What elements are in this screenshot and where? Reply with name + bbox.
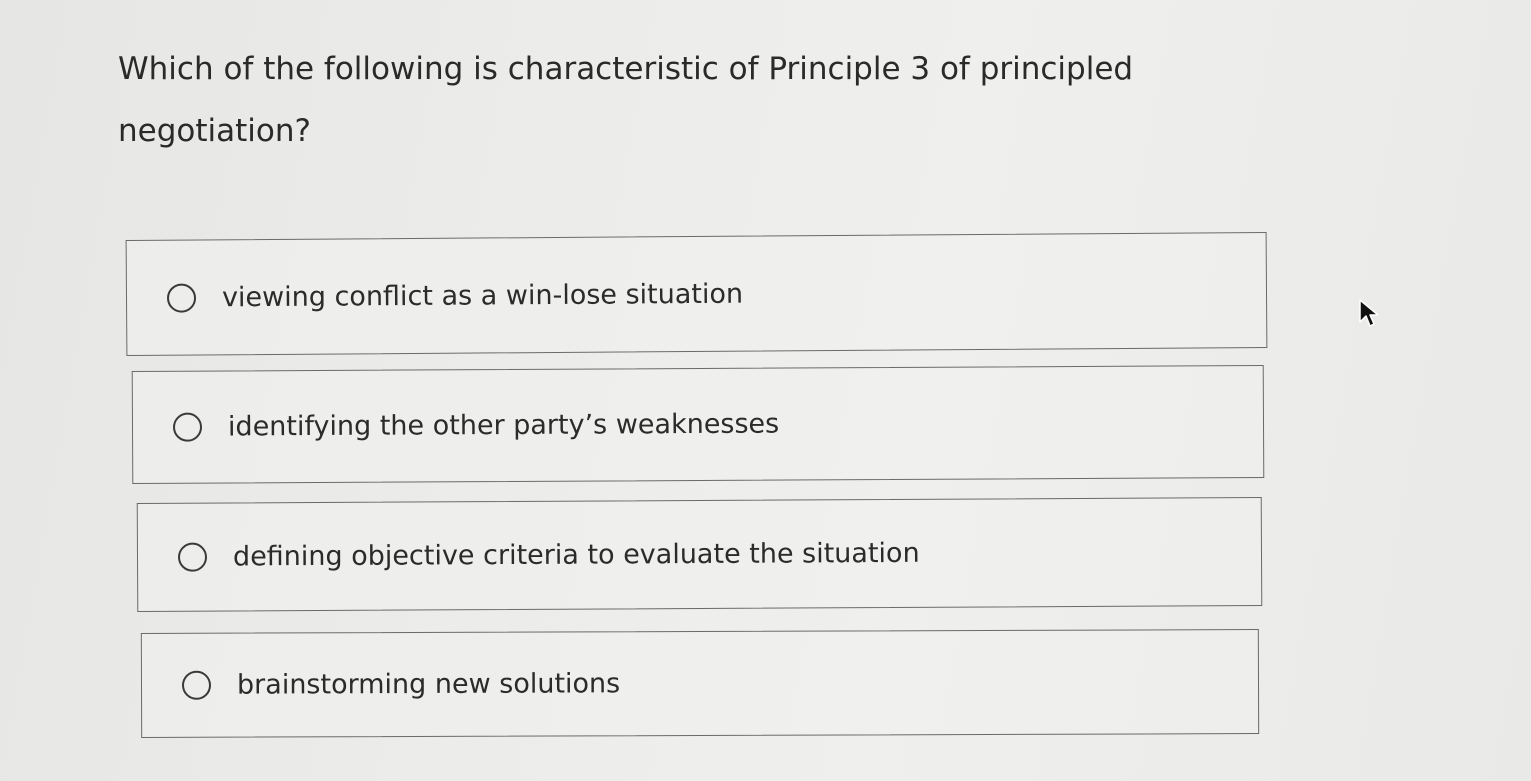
answer-option-1[interactable]: viewing conflict as a win-lose situation — [125, 232, 1268, 356]
radio-button-icon[interactable] — [172, 412, 203, 442]
mouse-pointer-icon — [1359, 299, 1379, 327]
radio-button-icon[interactable] — [166, 282, 197, 313]
answer-option-3[interactable]: defining objective criteria to evaluate … — [136, 497, 1263, 612]
answer-option-label: brainstorming new solutions — [236, 668, 621, 701]
radio-button-icon[interactable] — [181, 670, 212, 700]
question-text: Which of the following is characteristic… — [118, 51, 1134, 149]
radio-button-icon[interactable] — [177, 542, 208, 572]
answer-option-label: defining objective criteria to evaluate … — [232, 537, 920, 573]
answer-option-2[interactable]: identifying the other party’s weaknesses — [131, 365, 1265, 484]
answer-option-4[interactable]: brainstorming new solutions — [140, 629, 1260, 738]
answer-option-label: identifying the other party’s weaknesses — [227, 408, 780, 443]
answer-option-label: viewing conflict as a win-lose situation — [221, 278, 744, 313]
